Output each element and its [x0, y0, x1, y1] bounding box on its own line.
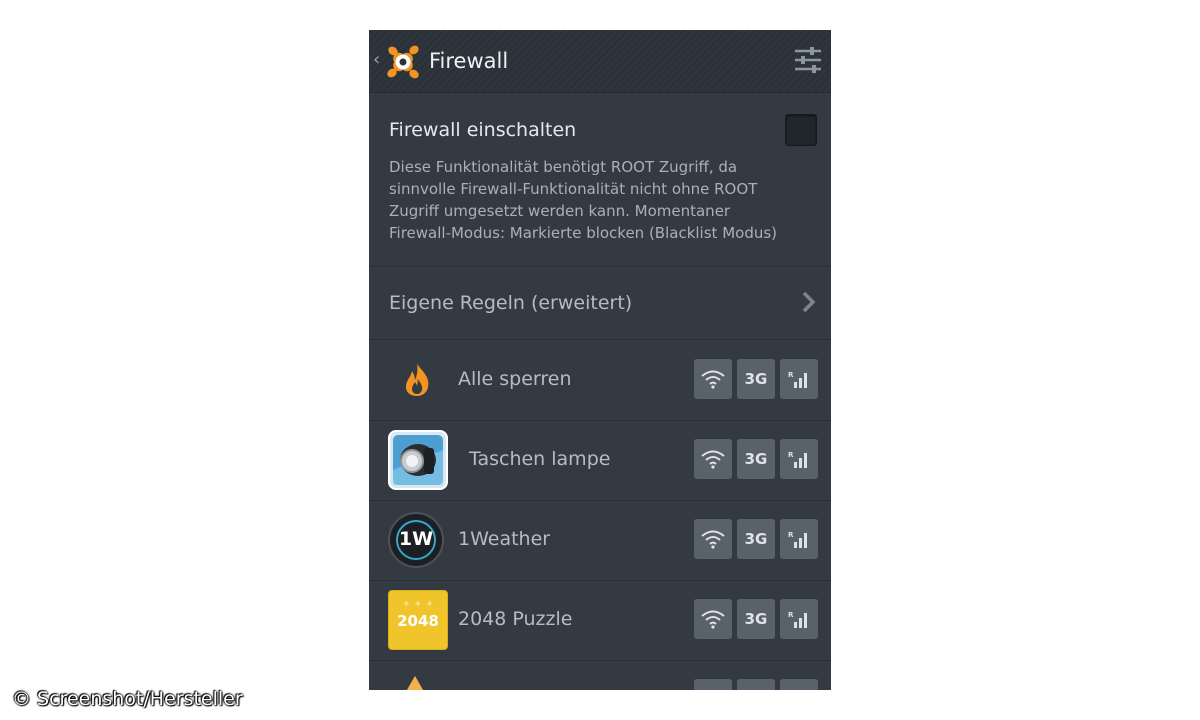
cellular-toggle-button[interactable]: R: [780, 599, 818, 639]
cellular-signal-icon: R: [788, 531, 807, 548]
svg-text:R: R: [788, 611, 794, 619]
wifi-toggle-button[interactable]: [694, 359, 732, 399]
3g-toggle-button[interactable]: 3G: [737, 359, 775, 399]
wifi-icon: [701, 370, 725, 389]
firewall-toggle-label: Firewall einschalten: [389, 119, 577, 141]
cellular-toggle-button[interactable]: R: [780, 359, 818, 399]
weather-app-icon: 1W: [390, 514, 442, 566]
top-app-bar: ‹ Firewall: [369, 30, 831, 93]
app-name: Alle sperren: [458, 368, 572, 390]
app-name: 2048 Puzzle: [458, 608, 573, 630]
svg-text:R: R: [788, 531, 794, 539]
firewall-toggle-checkbox[interactable]: [785, 114, 817, 146]
avast-logo-icon[interactable]: [383, 42, 423, 82]
3g-toggle-button[interactable]: 3G: [737, 519, 775, 559]
copyright-watermark: © Screenshot/Hersteller: [12, 688, 243, 710]
3g-toggle-button[interactable]: 3G: [737, 439, 775, 479]
cellular-toggle-button[interactable]: R: [780, 519, 818, 559]
page-title: Firewall: [429, 49, 509, 73]
phone-screen: ‹ Firewall Firewall einschalten Diese Fu…: [369, 30, 831, 690]
puzzle-icon-text: 2048: [397, 612, 439, 630]
flashlight-app-icon: [388, 430, 448, 490]
app-row-taschen-lampe: Taschen lampe 3G R: [369, 420, 831, 501]
back-chevron-icon[interactable]: ‹: [373, 50, 380, 70]
puzzle-2048-app-icon: ✦ ✦ ✦ 2048: [388, 590, 448, 650]
app-row-partial: [369, 660, 831, 690]
cellular-toggle-button[interactable]: [780, 679, 818, 690]
app-row-2048-puzzle: ✦ ✦ ✦ 2048 2048 Puzzle 3G R: [369, 580, 831, 661]
app-name: Taschen lampe: [469, 448, 611, 470]
cellular-signal-icon: R: [788, 371, 807, 388]
partial-app-icon: [407, 676, 423, 690]
app-row-1weather: 1W 1Weather 3G R: [369, 500, 831, 581]
wifi-icon: [701, 610, 725, 629]
wifi-icon: [701, 530, 725, 549]
cellular-signal-icon: R: [788, 611, 807, 628]
3g-toggle-button[interactable]: [737, 679, 775, 690]
cellular-toggle-button[interactable]: R: [780, 439, 818, 479]
firewall-description: Diese Funktionalität benötigt ROOT Zugri…: [389, 158, 778, 242]
app-name: 1Weather: [458, 528, 551, 550]
wifi-toggle-button[interactable]: [694, 439, 732, 479]
cellular-signal-icon: R: [788, 451, 807, 468]
svg-text:R: R: [788, 371, 794, 379]
chevron-right-icon: [802, 291, 816, 313]
app-row-alle-sperren: Alle sperren 3G R: [369, 340, 831, 421]
wifi-toggle-button[interactable]: [694, 519, 732, 559]
3g-toggle-button[interactable]: 3G: [737, 599, 775, 639]
flame-icon: [406, 364, 429, 396]
wifi-toggle-button[interactable]: [694, 679, 732, 690]
custom-rules-label: Eigene Regeln (erweitert): [389, 292, 633, 314]
wifi-icon: [701, 450, 725, 469]
wifi-toggle-button[interactable]: [694, 599, 732, 639]
weather-icon-text: 1W: [398, 528, 434, 550]
svg-text:R: R: [788, 451, 794, 459]
settings-sliders-icon[interactable]: [793, 44, 823, 76]
